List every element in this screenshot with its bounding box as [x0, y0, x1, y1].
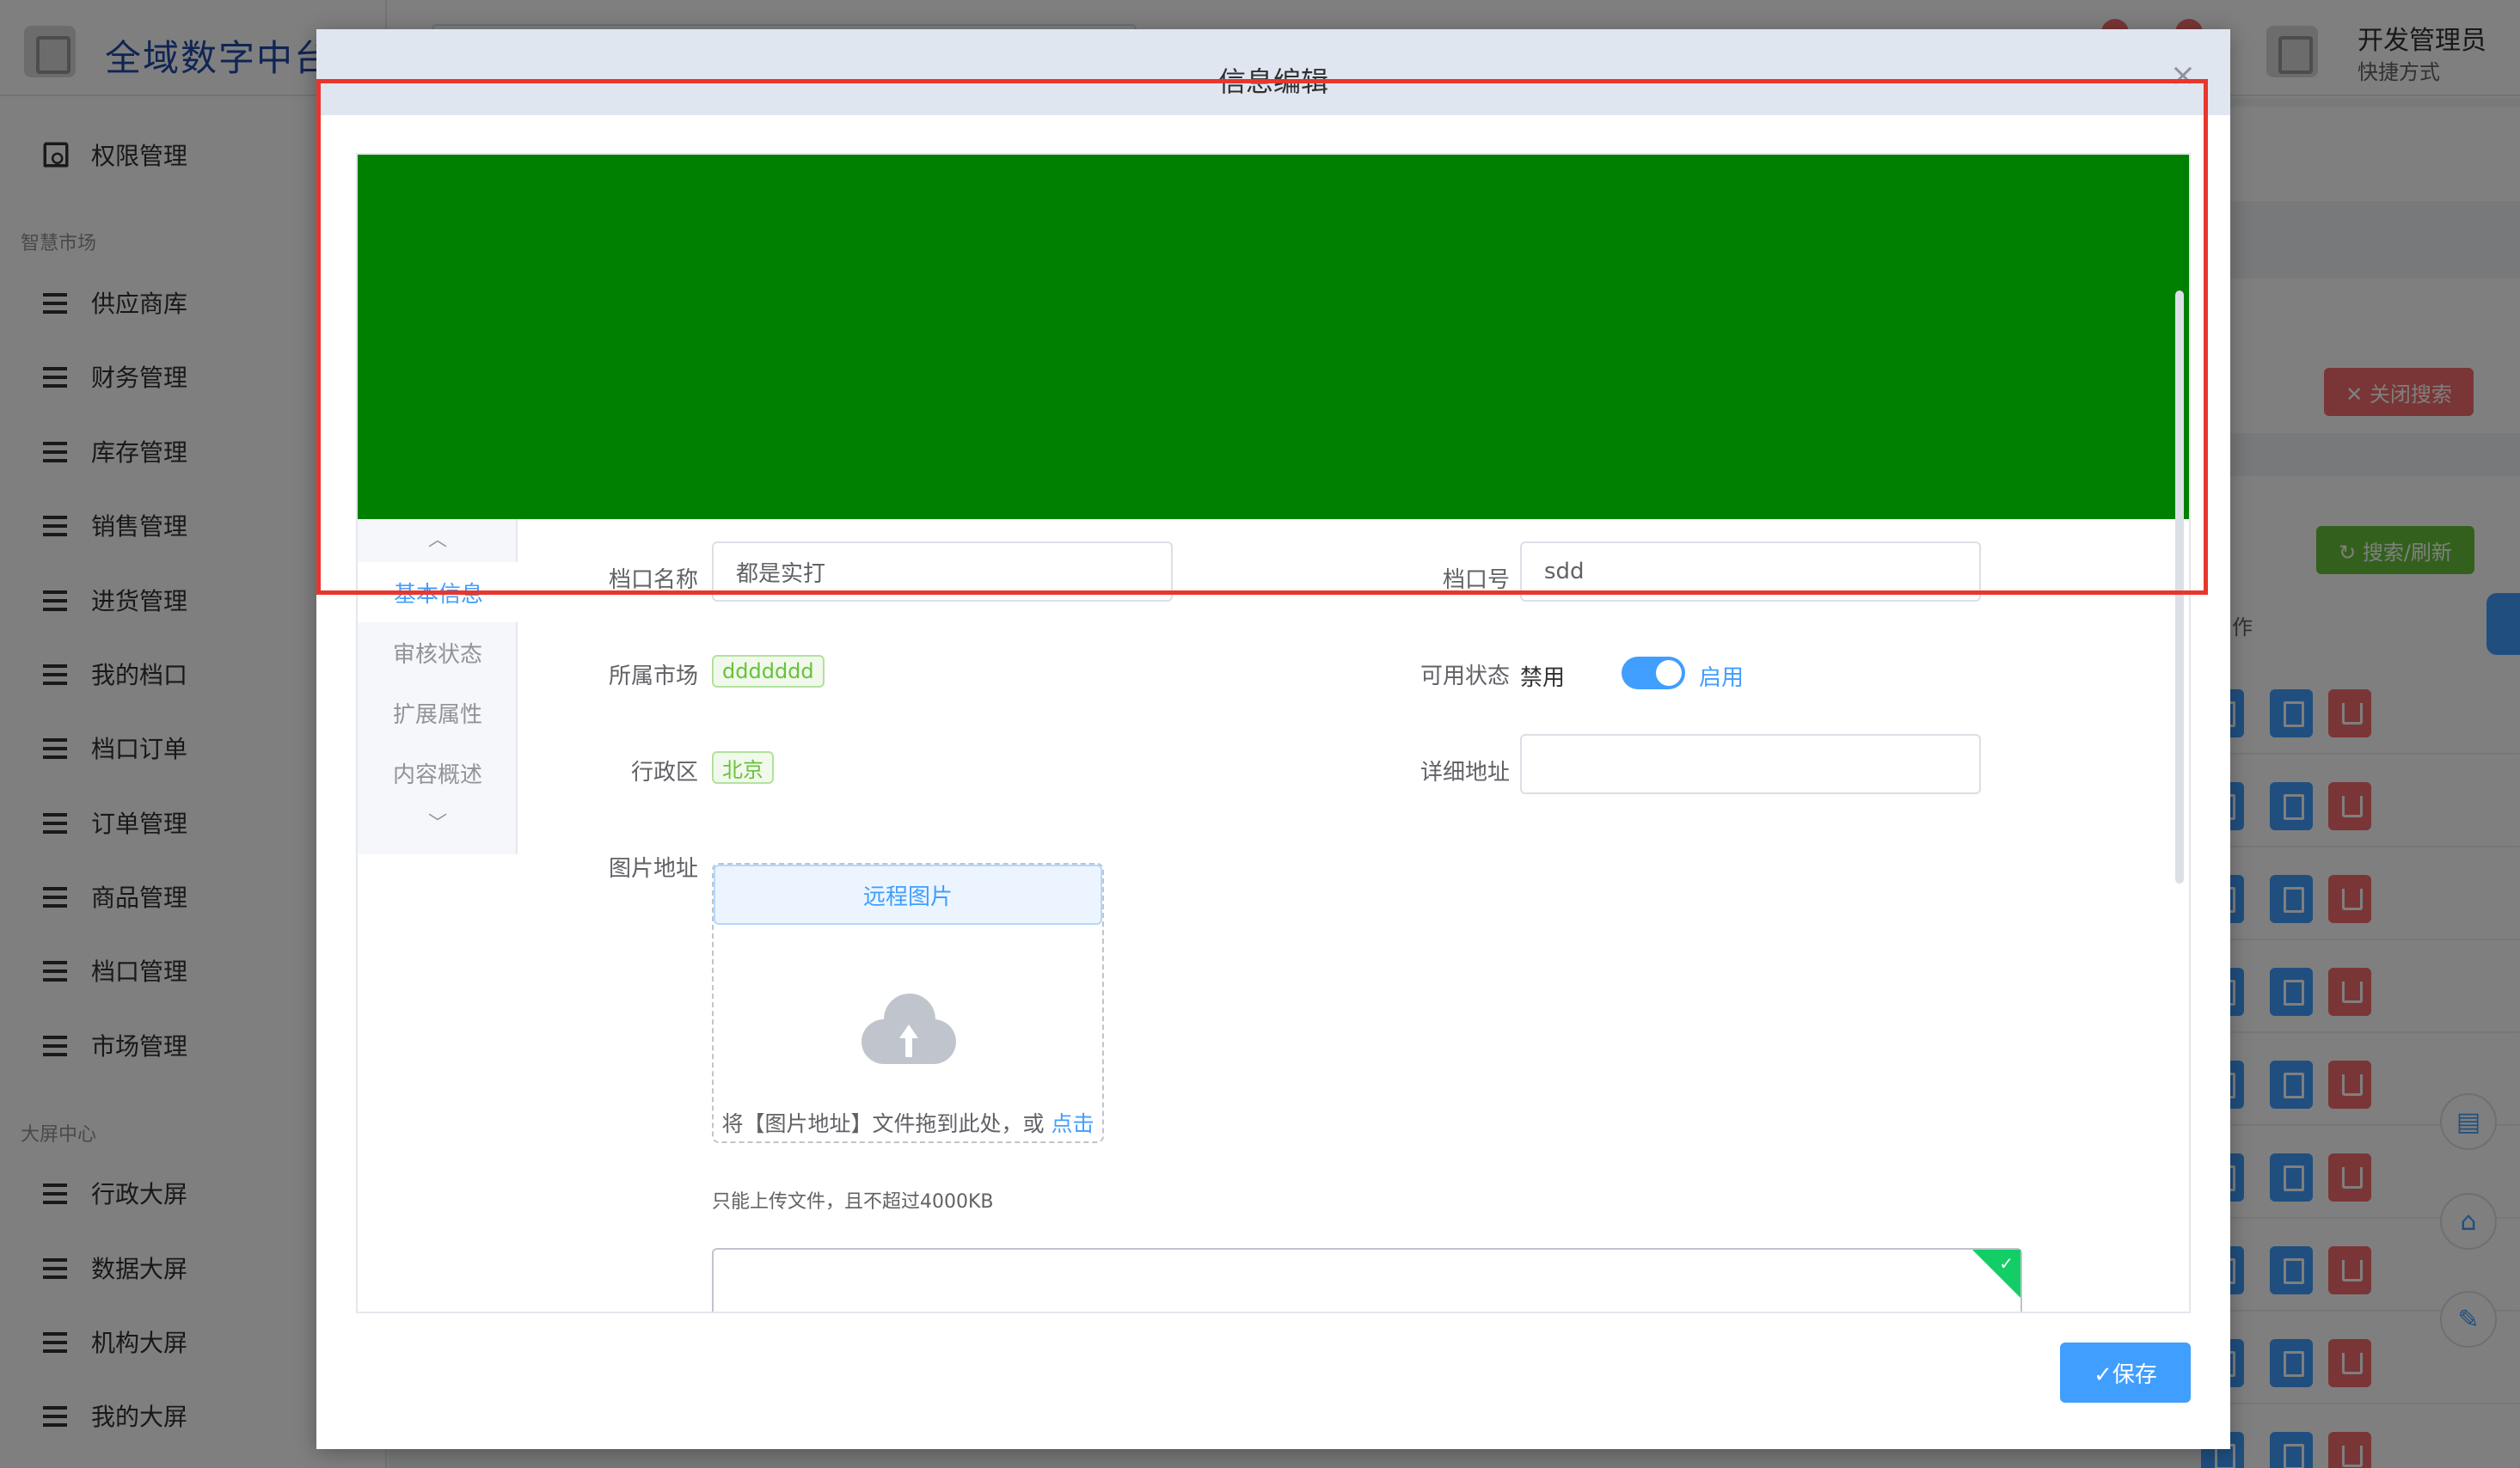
tab-basic-info[interactable]: 基本信息	[358, 562, 519, 622]
stall-number-label: 档口号	[1442, 567, 1510, 593]
upload-hint: 将【图片地址】文件拖到此处，或 点击	[714, 1107, 1102, 1138]
stall-name-label: 档口名称	[608, 567, 698, 593]
save-button[interactable]: ✓保存	[2060, 1343, 2191, 1403]
market-tag[interactable]: ddddddd	[712, 655, 825, 688]
app-screen: 全域数字中台 权限管理 智慧市场 供应商库 财务管理 库存管理 销售管理 进货管…	[0, 0, 2520, 1468]
image-url-label: 图片地址	[608, 856, 698, 882]
dialog-title: 信息编辑	[1217, 65, 1328, 98]
form-tabs: ︿ 基本信息 审核状态 扩展属性 内容概述 ﹀	[358, 519, 519, 854]
chevron-down-icon[interactable]: ﹀	[358, 803, 518, 846]
status-toggle[interactable]	[1622, 657, 1685, 689]
status-on-label: 启用	[1699, 665, 1744, 691]
content-editor[interactable]: ✓	[712, 1248, 2022, 1312]
status-off-label: 禁用	[1520, 665, 1566, 691]
stall-name-input[interactable]: 都是实打	[712, 541, 1173, 602]
upload-click-link[interactable]: 点击	[1051, 1111, 1094, 1136]
chevron-up-icon[interactable]: ︿	[358, 519, 518, 562]
upload-cloud-icon	[861, 994, 956, 1064]
dialog-header: 信息编辑 ×	[316, 29, 2230, 115]
upload-tip: 只能上传文件，且不超过4000KB	[712, 1191, 994, 1213]
image-upload-area[interactable]: 远程图片 将【图片地址】文件拖到此处，或 点击	[712, 863, 1104, 1143]
dialog-scrollbar[interactable]	[2175, 291, 2184, 884]
check-icon: ✓	[1999, 1253, 2014, 1274]
edit-dialog: 信息编辑 × ︿ 基本信息 审核状态 扩展属性 内容概述 ﹀ 档口名称 都是实打…	[316, 29, 2230, 1449]
stall-number-input[interactable]: sdd	[1520, 541, 1981, 602]
remote-image-button[interactable]: 远程图片	[714, 865, 1102, 925]
upload-drop-text: 将【图片地址】文件拖到此处，或	[721, 1111, 1045, 1136]
dialog-body: ︿ 基本信息 审核状态 扩展属性 内容概述 ﹀ 档口名称 都是实打 档口号 sd…	[356, 153, 2191, 1313]
region-label: 行政区	[630, 760, 698, 786]
tab-extended-attributes[interactable]: 扩展属性	[358, 682, 518, 743]
region-tag[interactable]: 北京	[712, 751, 774, 784]
address-input[interactable]	[1520, 734, 1981, 794]
status-label: 可用状态	[1419, 664, 1510, 689]
green-banner	[358, 155, 2189, 519]
tab-content-summary[interactable]: 内容概述	[358, 743, 518, 803]
market-label: 所属市场	[608, 664, 698, 689]
tab-review-status[interactable]: 审核状态	[358, 622, 518, 682]
address-label: 详细地址	[1419, 760, 1510, 786]
close-icon[interactable]: ×	[2170, 60, 2196, 91]
